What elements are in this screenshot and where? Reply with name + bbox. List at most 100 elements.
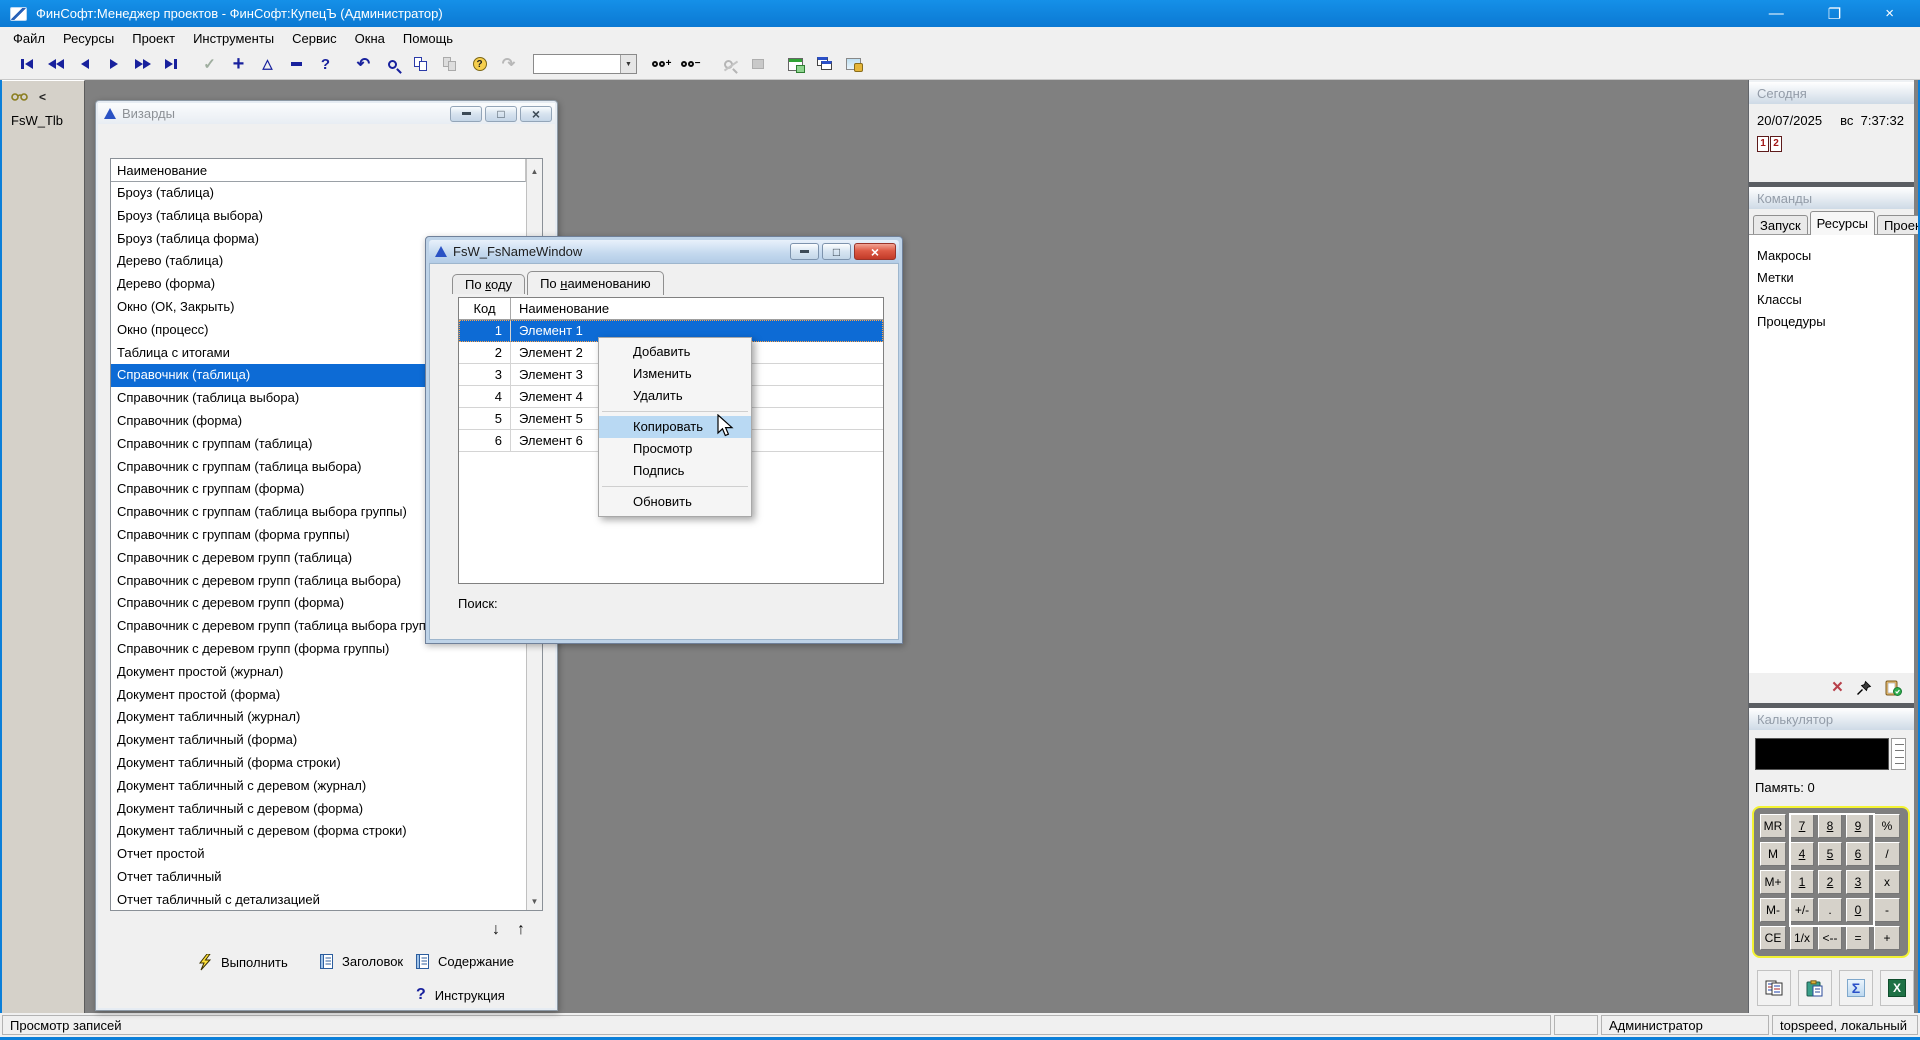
app-minimize-button[interactable]: —: [1769, 5, 1784, 23]
combo-dropdown-button[interactable]: [620, 55, 636, 73]
tab-by-name[interactable]: По наименованию: [527, 271, 664, 295]
new-window-icon[interactable]: [781, 52, 810, 76]
undo-icon[interactable]: [349, 52, 378, 76]
key-plus[interactable]: +: [1874, 926, 1900, 950]
key-percent[interactable]: %: [1874, 814, 1900, 838]
key-equals[interactable]: =: [1846, 926, 1870, 950]
wizards-title-bar[interactable]: Визарды: [98, 103, 555, 124]
first-record-icon[interactable]: [12, 52, 41, 76]
find-icon[interactable]: [378, 52, 407, 76]
key-5[interactable]: 5: [1818, 842, 1842, 866]
tab-launch[interactable]: Запуск: [1753, 215, 1808, 234]
dialog-close-button[interactable]: [854, 243, 896, 260]
context-menu-item[interactable]: Обновить: [599, 491, 751, 513]
collapse-toolbox-icon[interactable]: [39, 89, 46, 104]
menu-item[interactable]: Окна: [346, 28, 394, 49]
calculator-panel-header[interactable]: Калькулятор: [1749, 708, 1914, 730]
wizard-list-item[interactable]: Броуз (таблица выбора): [111, 205, 526, 228]
commands-list-item[interactable]: Процедуры: [1749, 311, 1914, 333]
wizards-maximize-button[interactable]: [485, 106, 517, 122]
key-ce[interactable]: CE: [1760, 926, 1786, 950]
send-icon[interactable]: [743, 52, 772, 76]
wizard-list-item[interactable]: Документ простой (журнал): [111, 661, 526, 684]
cascade-windows-icon[interactable]: [810, 52, 839, 76]
table-header-row[interactable]: Код Наименование: [459, 298, 883, 320]
context-menu-item[interactable]: -: [602, 486, 748, 487]
wizard-list-item[interactable]: Документ табличный с деревом (форма): [111, 798, 526, 821]
key-9[interactable]: 9: [1846, 814, 1870, 838]
wizard-list-item[interactable]: Броуз (таблица): [111, 182, 526, 205]
commands-list-item[interactable]: Макросы: [1749, 245, 1914, 267]
calendar-icon[interactable]: 1 2: [1757, 136, 1914, 152]
instruction-button[interactable]: Инструкция: [416, 986, 505, 1004]
tab-project[interactable]: Проект: [1877, 215, 1920, 234]
menu-item[interactable]: Файл: [4, 28, 54, 49]
move-down-icon[interactable]: [492, 921, 500, 939]
key-plusminus[interactable]: +/-: [1790, 898, 1814, 922]
search-off-icon[interactable]: [714, 52, 743, 76]
tab-resources[interactable]: Ресурсы: [1810, 211, 1875, 235]
find-next-icon[interactable]: +: [647, 52, 676, 76]
calculator-spinner[interactable]: [1891, 738, 1906, 770]
key-4[interactable]: 4: [1790, 842, 1814, 866]
delete-command-icon[interactable]: [1832, 681, 1843, 696]
find-prev-icon[interactable]: −: [676, 52, 705, 76]
context-menu-item[interactable]: Удалить: [599, 385, 751, 407]
scroll-up-icon[interactable]: [531, 162, 539, 177]
wizard-list-item[interactable]: Документ простой (форма): [111, 684, 526, 707]
key-7[interactable]: 7: [1790, 814, 1814, 838]
key-mr[interactable]: MR: [1760, 814, 1786, 838]
wizard-list-item[interactable]: Отчет простой: [111, 843, 526, 866]
context-menu-item[interactable]: Изменить: [599, 363, 751, 385]
prev-page-icon[interactable]: [41, 52, 70, 76]
key-8[interactable]: 8: [1818, 814, 1842, 838]
wizard-list-item[interactable]: Отчет табличный с детализацией: [111, 889, 526, 910]
commands-panel-header[interactable]: Команды: [1749, 187, 1914, 209]
prev-icon[interactable]: [70, 52, 99, 76]
context-menu-item[interactable]: -: [602, 411, 748, 412]
copy-report-button[interactable]: [1757, 970, 1791, 1006]
next-icon[interactable]: [99, 52, 128, 76]
key-6[interactable]: 6: [1846, 842, 1870, 866]
sum-button[interactable]: [1839, 970, 1873, 1006]
menu-item[interactable]: Инструменты: [184, 28, 283, 49]
app-maximize-button[interactable]: ❐: [1828, 5, 1841, 23]
app-close-button[interactable]: ×: [1885, 5, 1894, 23]
today-panel-header[interactable]: Сегодня: [1749, 82, 1914, 104]
menu-item[interactable]: Ресурсы: [54, 28, 123, 49]
wizards-close-button[interactable]: [520, 106, 552, 122]
dialog-maximize-button[interactable]: [822, 243, 851, 260]
tab-by-code[interactable]: По коду: [452, 274, 525, 294]
change-icon[interactable]: [253, 52, 282, 76]
wizards-column-header[interactable]: Наименование: [111, 159, 526, 182]
pin-icon[interactable]: [1856, 680, 1872, 696]
add-icon[interactable]: [224, 52, 253, 76]
key-mplus[interactable]: M+: [1760, 870, 1786, 894]
wizard-list-item[interactable]: Документ табличный с деревом (журнал): [111, 775, 526, 798]
context-menu-item[interactable]: Подпись: [599, 460, 751, 482]
content-button[interactable]: Содержание: [416, 954, 514, 969]
key-multiply[interactable]: x: [1874, 870, 1900, 894]
dialog-title-bar[interactable]: FsW_FsNameWindow: [429, 240, 899, 263]
redo-icon[interactable]: [494, 52, 523, 76]
toolbar-search-input[interactable]: [534, 55, 620, 73]
menu-item[interactable]: Сервис: [283, 28, 346, 49]
key-0[interactable]: 0: [1846, 898, 1870, 922]
copy-icon[interactable]: [407, 52, 436, 76]
key-3[interactable]: 3: [1846, 870, 1870, 894]
notebook-check-icon[interactable]: [1885, 680, 1902, 696]
export-excel-button[interactable]: X: [1880, 970, 1914, 1006]
wizard-list-item[interactable]: Отчет табличный: [111, 866, 526, 889]
wizard-list-item[interactable]: Документ табличный (форма): [111, 729, 526, 752]
dialog-minimize-button[interactable]: [790, 243, 819, 260]
key-backspace[interactable]: <--: [1818, 926, 1842, 950]
about-icon[interactable]: ?: [465, 52, 494, 76]
last-record-icon[interactable]: [157, 52, 186, 76]
wizard-list-item[interactable]: Документ табличный (журнал): [111, 706, 526, 729]
help-icon[interactable]: [311, 52, 340, 76]
apply-icon[interactable]: [195, 52, 224, 76]
key-m[interactable]: M: [1760, 842, 1786, 866]
next-page-icon[interactable]: [128, 52, 157, 76]
wizard-list-item[interactable]: Документ табличный с деревом (форма стро…: [111, 820, 526, 843]
delete-icon[interactable]: [282, 52, 311, 76]
